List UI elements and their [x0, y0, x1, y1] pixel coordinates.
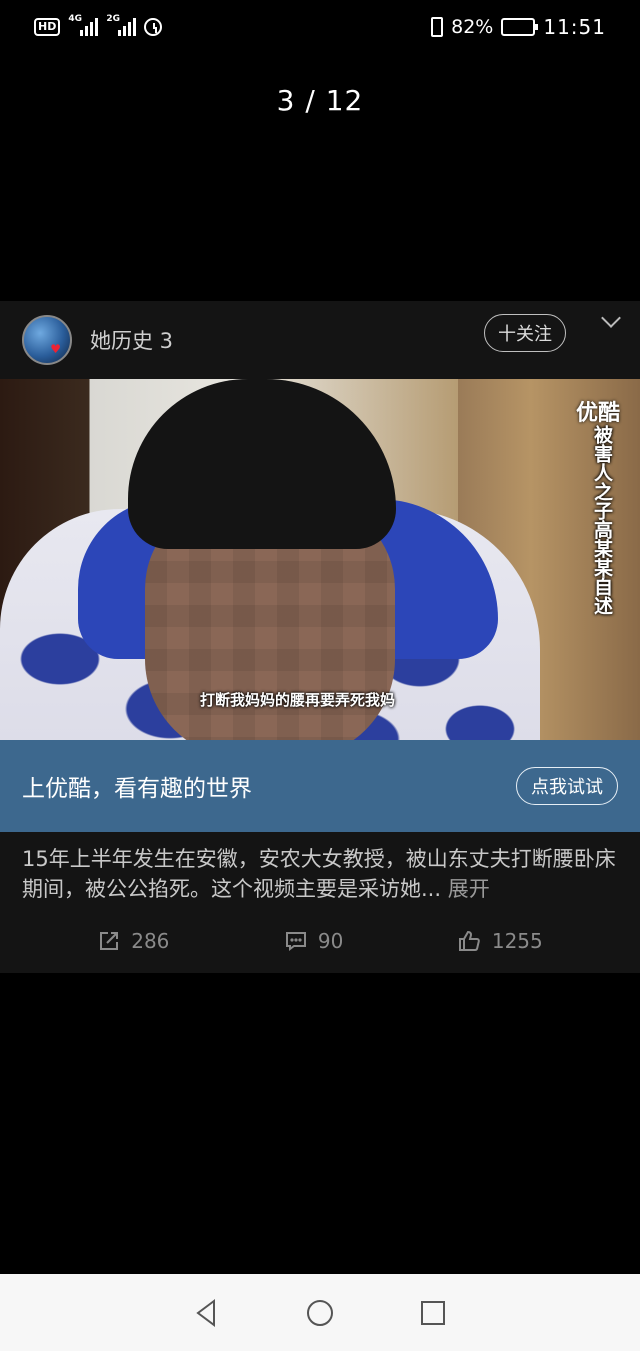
post-card: 她历史 3 十关注 优酷 被害人之子高某某自述 打断我妈妈的腰再要弄死我妈 上优…: [0, 301, 640, 973]
avatar[interactable]: [22, 315, 72, 365]
video-frame-hair: [128, 379, 396, 549]
video-vertical-caption: 被害人之子高某某自述: [591, 425, 613, 615]
like-button[interactable]: 1255: [458, 921, 543, 961]
hd-icon: HD: [34, 18, 61, 36]
status-right: 82% 11:51: [431, 15, 606, 39]
video-subtitle: 打断我妈妈的腰再要弄死我妈: [200, 691, 396, 709]
like-icon: [458, 930, 480, 951]
vibrate-icon: [431, 17, 444, 37]
post-description: 15年上半年发生在安徽，安农大女教授，被山东丈夫打断腰卧床期间，被公公掐死。这个…: [22, 844, 622, 904]
alarm-icon: [144, 18, 163, 36]
expand-link[interactable]: 展开: [448, 877, 490, 901]
description-text: 15年上半年发生在安徽，安农大女教授，被山东丈夫打断腰卧床期间，被公公掐死。这个…: [22, 847, 616, 901]
video-player[interactable]: 优酷 被害人之子高某某自述 打断我妈妈的腰再要弄死我妈: [0, 379, 640, 740]
ad-try-button[interactable]: 点我试试: [516, 767, 618, 805]
comment-button[interactable]: 90: [284, 921, 343, 961]
home-icon[interactable]: [305, 1298, 335, 1328]
battery-percent: 82%: [451, 16, 494, 38]
recents-icon[interactable]: [418, 1298, 448, 1328]
like-count: 1255: [491, 929, 543, 953]
system-nav-bar: [0, 1274, 640, 1351]
ad-text: 上优酷，看有趣的世界: [22, 776, 252, 802]
post-header: 她历史 3 十关注: [0, 301, 640, 379]
ad-banner[interactable]: 上优酷，看有趣的世界 点我试试: [0, 740, 640, 832]
comment-count: 90: [317, 929, 344, 953]
clock: 11:51: [543, 15, 606, 39]
signal-icon: 4G: [68, 14, 99, 36]
author-name[interactable]: 她历史 3: [90, 325, 173, 355]
follow-button[interactable]: 十关注: [484, 314, 566, 352]
share-button[interactable]: 286: [97, 921, 169, 961]
status-bar: HD 4G 2G 82% 11:51: [0, 0, 640, 54]
signal-icon: 2G: [106, 14, 137, 36]
post-actions: 286 90 1255: [0, 921, 640, 961]
status-left: HD 4G 2G: [34, 14, 163, 36]
image-counter: 3 / 12: [276, 84, 364, 117]
battery-icon: [501, 18, 539, 36]
video-logo: 优酷: [575, 401, 620, 426]
back-icon[interactable]: [192, 1298, 222, 1328]
chevron-down-icon[interactable]: [601, 308, 621, 328]
comment-icon: [285, 932, 306, 951]
share-count: 286: [131, 929, 170, 953]
share-icon: [100, 932, 119, 950]
